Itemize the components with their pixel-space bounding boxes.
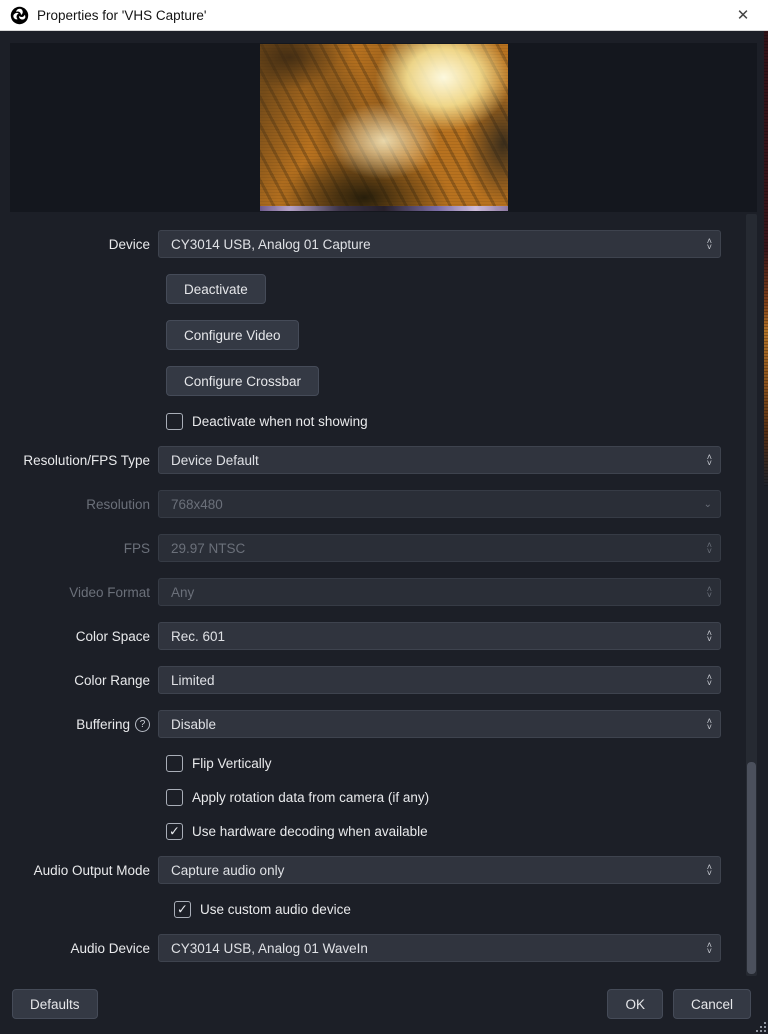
device-label: Device — [0, 237, 158, 252]
chevron-down-icon: ⌄ — [704, 499, 712, 510]
color-space-label: Color Space — [0, 629, 158, 644]
ok-button[interactable]: OK — [607, 989, 663, 1019]
audio-output-mode-row: Audio Output Mode Capture audio only ˄˅ — [0, 856, 745, 884]
color-range-label: Color Range — [0, 673, 158, 688]
vhs-capture-preview-image — [260, 44, 508, 211]
resize-grip[interactable] — [754, 1020, 766, 1032]
spinner-arrows-icon[interactable]: ˄˅ — [707, 942, 712, 954]
deactivate-button[interactable]: Deactivate — [166, 274, 266, 304]
resolution-row: Resolution 768x480 ⌄ — [0, 490, 745, 518]
spinner-arrows-icon[interactable]: ˄˅ — [707, 718, 712, 730]
deactivate-when-not-showing-checkbox[interactable]: ✓ — [166, 413, 183, 430]
hardware-decoding-checkbox[interactable]: ✓ — [166, 823, 183, 840]
buffering-select[interactable]: Disable ˄˅ — [158, 710, 721, 738]
resolution-label: Resolution — [0, 497, 158, 512]
checkbox-label[interactable]: Apply rotation data from camera (if any) — [192, 790, 429, 805]
video-format-select: Any ˄˅ — [158, 578, 721, 606]
device-select[interactable]: CY3014 USB, Analog 01 Capture ˄˅ — [158, 230, 721, 258]
audio-device-row: Audio Device CY3014 USB, Analog 01 WaveI… — [0, 934, 745, 962]
buffering-row: Buffering ? Disable ˄˅ — [0, 710, 745, 738]
spinner-arrows-icon: ˄˅ — [707, 586, 712, 598]
checkbox-label[interactable]: Use hardware decoding when available — [192, 824, 428, 839]
dialog-button-bar: Defaults OK Cancel — [0, 986, 768, 1034]
video-format-row: Video Format Any ˄˅ — [0, 578, 745, 606]
obs-logo-icon — [10, 6, 29, 25]
resolution-fps-type-select[interactable]: Device Default ˄˅ — [158, 446, 721, 474]
checkbox-label[interactable]: Deactivate when not showing — [192, 414, 368, 429]
audio-output-mode-select[interactable]: Capture audio only ˄˅ — [158, 856, 721, 884]
spinner-arrows-icon[interactable]: ˄˅ — [707, 674, 712, 686]
defaults-button[interactable]: Defaults — [12, 989, 98, 1019]
resolution-fps-type-label: Resolution/FPS Type — [0, 453, 158, 468]
dialog-titlebar: Properties for 'VHS Capture' ✕ — [0, 0, 768, 31]
color-space-row: Color Space Rec. 601 ˄˅ — [0, 622, 745, 650]
spinner-arrows-icon[interactable]: ˄˅ — [707, 454, 712, 466]
audio-output-mode-label: Audio Output Mode — [0, 863, 158, 878]
cancel-button[interactable]: Cancel — [673, 989, 751, 1019]
scrollbar-thumb[interactable] — [747, 762, 756, 974]
background-window-edge — [764, 31, 768, 486]
custom-audio-device-checkbox[interactable]: ✓ — [174, 901, 191, 918]
properties-form: Device CY3014 USB, Analog 01 Capture ˄˅ … — [0, 230, 745, 978]
spinner-arrows-icon[interactable]: ˄˅ — [707, 238, 712, 250]
checkbox-label[interactable]: Use custom audio device — [200, 902, 351, 917]
vertical-scrollbar[interactable] — [746, 214, 757, 976]
fps-label: FPS — [0, 541, 158, 556]
fps-select: 29.97 NTSC ˄˅ — [158, 534, 721, 562]
resolution-fps-type-row: Resolution/FPS Type Device Default ˄˅ — [0, 446, 745, 474]
resolution-select: 768x480 ⌄ — [158, 490, 721, 518]
color-range-row: Color Range Limited ˄˅ — [0, 666, 745, 694]
audio-device-label: Audio Device — [0, 941, 158, 956]
color-space-select[interactable]: Rec. 601 ˄˅ — [158, 622, 721, 650]
spinner-arrows-icon: ˄˅ — [707, 542, 712, 554]
source-preview-panel — [10, 43, 757, 212]
audio-device-select[interactable]: CY3014 USB, Analog 01 WaveIn ˄˅ — [158, 934, 721, 962]
buffering-label: Buffering ? — [0, 717, 158, 732]
spinner-arrows-icon[interactable]: ˄˅ — [707, 864, 712, 876]
device-row: Device CY3014 USB, Analog 01 Capture ˄˅ — [0, 230, 745, 258]
dialog-title: Properties for 'VHS Capture' — [37, 8, 728, 23]
configure-crossbar-button[interactable]: Configure Crossbar — [166, 366, 319, 396]
color-range-select[interactable]: Limited ˄˅ — [158, 666, 721, 694]
help-question-icon[interactable]: ? — [135, 717, 150, 732]
spinner-arrows-icon[interactable]: ˄˅ — [707, 630, 712, 642]
close-icon[interactable]: ✕ — [728, 2, 758, 28]
apply-rotation-checkbox[interactable]: ✓ — [166, 789, 183, 806]
fps-row: FPS 29.97 NTSC ˄˅ — [0, 534, 745, 562]
flip-vertically-checkbox[interactable]: ✓ — [166, 755, 183, 772]
checkbox-label[interactable]: Flip Vertically — [192, 756, 272, 771]
video-format-label: Video Format — [0, 585, 158, 600]
configure-video-button[interactable]: Configure Video — [166, 320, 299, 350]
vhs-headswitch-noise — [260, 206, 508, 211]
